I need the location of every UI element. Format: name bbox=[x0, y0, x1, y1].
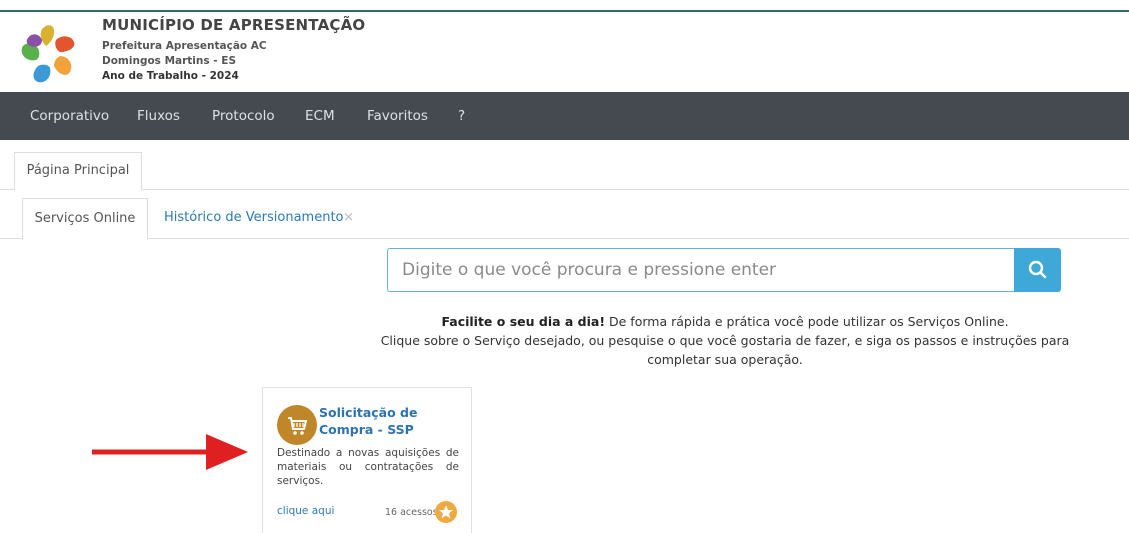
search-button[interactable] bbox=[1014, 248, 1061, 292]
intro-line-1: Facilite o seu dia a dia! De forma rápid… bbox=[380, 312, 1070, 331]
tab-close-icon[interactable]: × bbox=[343, 198, 354, 240]
work-year: Ano de Trabalho - 2024 bbox=[102, 70, 239, 82]
municipality-logo-icon bbox=[21, 25, 75, 83]
search-icon bbox=[1028, 260, 1047, 279]
service-description: Destinado a novas aquisições de materiai… bbox=[277, 447, 459, 487]
main-tab-bar: Página Principal bbox=[0, 140, 1129, 191]
intro-rest: De forma rápida e prática você pode util… bbox=[605, 314, 1009, 329]
star-icon[interactable] bbox=[435, 501, 457, 523]
service-card[interactable]: Solicitação de Compra - SSP Destinado a … bbox=[262, 387, 472, 533]
nav-item-help[interactable]: ? bbox=[458, 92, 465, 140]
service-title[interactable]: Solicitação de Compra - SSP bbox=[319, 404, 469, 438]
search-input[interactable] bbox=[387, 248, 1014, 292]
sub-tab-bar: Serviços Online Histórico de Versionamen… bbox=[0, 190, 1129, 240]
city-state: Domingos Martins - ES bbox=[102, 55, 237, 67]
intro-text: Facilite o seu dia a dia! De forma rápid… bbox=[380, 312, 1070, 369]
red-arrow-icon bbox=[92, 434, 248, 470]
municipality-title: MUNICÍPIO DE APRESENTAÇÃO bbox=[102, 16, 366, 34]
shopping-cart-icon bbox=[277, 405, 317, 445]
service-link[interactable]: clique aqui bbox=[277, 505, 334, 517]
nav-item-favoritos[interactable]: Favoritos bbox=[367, 92, 428, 140]
nav-item-ecm[interactable]: ECM bbox=[305, 92, 335, 140]
intro-bold: Facilite o seu dia a dia! bbox=[441, 314, 606, 329]
prefecture-name: Prefeitura Apresentação AC bbox=[102, 40, 267, 52]
search-bar bbox=[387, 248, 1061, 292]
nav-item-corporativo[interactable]: Corporativo bbox=[30, 92, 109, 140]
nav-item-fluxos[interactable]: Fluxos bbox=[137, 92, 180, 140]
intro-line-2: Clique sobre o Serviço desejado, ou pesq… bbox=[380, 333, 1070, 367]
tab-servicos-online[interactable]: Serviços Online bbox=[22, 198, 148, 240]
tab-historico-versionamento[interactable]: Histórico de Versionamento bbox=[164, 198, 344, 240]
main-navbar: Corporativo Fluxos Protocolo ECM Favorit… bbox=[0, 92, 1129, 140]
access-count: 16 acessos bbox=[385, 507, 438, 518]
header: MUNICÍPIO DE APRESENTAÇÃO Prefeitura Apr… bbox=[0, 12, 1129, 92]
nav-item-protocolo[interactable]: Protocolo bbox=[212, 92, 275, 140]
tab-pagina-principal[interactable]: Página Principal bbox=[14, 152, 142, 191]
